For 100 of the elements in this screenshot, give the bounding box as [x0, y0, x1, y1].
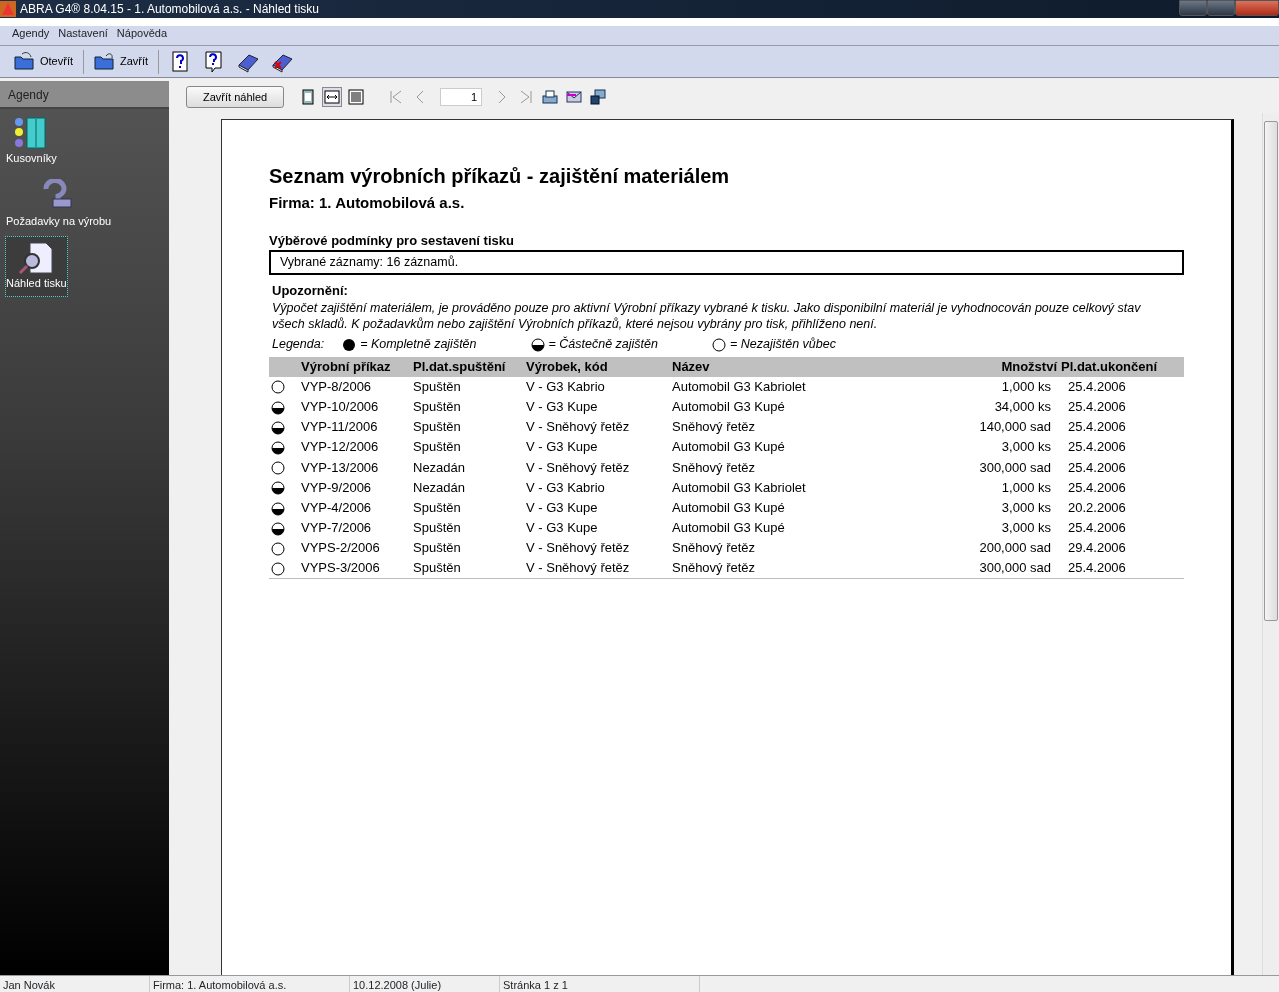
table-cell-text: VYPS-2/2006 [300, 539, 381, 558]
table-cell-text: V - Sněhový řetěz [525, 418, 631, 437]
column-header: Pl.dat.ukončení [1059, 357, 1184, 377]
printer-button[interactable] [540, 87, 561, 107]
close-button[interactable]: Zavřít [92, 48, 151, 75]
table-cell-text: VYP-7/2006 [300, 519, 373, 538]
table-cell-text: 20.2.2006 [1067, 498, 1127, 517]
table-cell-text: V - Sněhový řetěz [525, 539, 631, 558]
menu-item[interactable]: Agendy [12, 24, 50, 41]
table-cell: 1,000 ks [901, 376, 1059, 397]
table-cell-text: V - G3 Kupe [525, 398, 599, 417]
sidebar-item[interactable]: Požadavky na výrobu [5, 173, 113, 234]
column-header: Množství [901, 357, 1059, 377]
table-cell-text: 300,000 sad [978, 458, 1052, 477]
table-cell-text: Nezadán [412, 478, 467, 497]
column-header: Výrobek, kód [524, 357, 670, 377]
conditions-text: Vybrané záznamy: 16 záznamů. [269, 250, 1184, 275]
page-number-field[interactable]: 1 [440, 88, 483, 106]
status-icon [271, 521, 285, 536]
table-cell-text: 25.4.2006 [1067, 418, 1127, 437]
minimize-button[interactable] [1179, 0, 1207, 16]
section-heading: Výběrové podmínky pro sestavení tisku [269, 231, 515, 250]
status-icon [271, 400, 285, 415]
sidebar-item[interactable]: Kusovníky [5, 111, 58, 172]
table-cell-text: 140,000 sad [978, 418, 1052, 437]
table-cell: VYP-8/2006 [299, 376, 411, 397]
status-text: Jan Novák [0, 976, 150, 992]
scrollbar[interactable] [1262, 113, 1279, 975]
lines-icon [348, 89, 365, 105]
section-heading: Upozornění: [272, 281, 349, 300]
view-button[interactable] [322, 87, 343, 107]
table-cell-text: VYP-4/2006 [300, 498, 373, 517]
table-cell: 25.4.2006 [1059, 558, 1184, 579]
table-cell: V - Sněhový řetěz [524, 558, 670, 579]
table-cell-text: Spuštěn [412, 438, 462, 457]
legend-text: = Kompletně zajištěn [360, 336, 477, 354]
column-header: Pl.dat.spuštění [411, 357, 524, 377]
status-icon [271, 440, 285, 455]
folder-icon [14, 50, 36, 73]
company-name: Firma: 1. Automobilová a.s. [269, 193, 466, 213]
status-icon [271, 561, 285, 576]
table-cell-text: Automobil G3 Kabriolet [671, 478, 807, 497]
table-cell: Spuštěn [411, 376, 524, 397]
table-cell-text: Sněhový řetěz [671, 458, 757, 477]
table-cell-text: 25.4.2006 [1067, 519, 1127, 538]
table-cell-text: 34,000 ks [993, 398, 1052, 417]
table-cell-text: 3,000 ks [1000, 438, 1052, 457]
table-cell-text: Spuštěn [412, 539, 462, 558]
window-title: ABRA G4® 8.04.15 - 1. Automobilová a.s. - Náhled tisku [20, 1, 319, 18]
menu-item[interactable]: Nápověda [116, 24, 167, 41]
status-text: Stránka 1 z 1 [500, 976, 700, 992]
fit-width-icon [324, 89, 341, 105]
legend-text: = Nezajištěn vůbec [729, 336, 836, 354]
table-cell: Spuštěn [411, 558, 524, 579]
table-cell-text: V - G3 Kabrio [525, 478, 606, 497]
table-cell: VYPS-3/2006 [299, 558, 411, 579]
table-cell-text: 200,000 sad [978, 539, 1052, 558]
table-cell-text: Automobil G3 Kupé [671, 398, 786, 417]
table-cell-text: Sněhový řetěz [671, 418, 757, 437]
table-cell-text: Spuštěn [412, 519, 462, 538]
table-cell-text: V - G3 Kupe [525, 438, 599, 457]
status-icon [271, 501, 285, 516]
status-icon [342, 337, 357, 352]
table-cell-text: VYP-11/2006 [300, 418, 379, 437]
close-preview-button[interactable]: Zavřít náhled [186, 85, 285, 109]
folder-icon [94, 50, 116, 73]
table-cell-text: Spuštěn [412, 398, 462, 417]
table-cell-text: VYP-9/2006 [300, 478, 373, 497]
table-cell-text: VYP-13/2006 [300, 458, 380, 477]
menu-item[interactable]: Nastavení [58, 24, 108, 41]
table-cell-text: Sněhový řetěz [671, 539, 757, 558]
table-cell: 25.4.2006 [1059, 376, 1184, 397]
table-cell-text: Nezadán [412, 458, 467, 477]
open-button[interactable]: Otevřít [12, 48, 75, 75]
table-cell-text: 25.4.2006 [1067, 438, 1127, 457]
maximize-button[interactable] [1207, 0, 1235, 16]
table-cell-text: Automobil G3 Kupé [671, 438, 786, 457]
status-text: 10.12.2008 (Julie) [350, 976, 500, 992]
table-cell: Automobil G3 Kabriolet [670, 376, 901, 397]
table-cell: Sněhový řetěz [670, 558, 901, 579]
column-header: Název [670, 357, 901, 377]
sidebar-item[interactable]: Náhled tisku [5, 236, 68, 297]
table-cell-text: 25.4.2006 [1067, 398, 1127, 417]
table-cell-text: V - G3 Kupe [525, 519, 599, 538]
table-cell-text: 29.4.2006 [1067, 539, 1127, 558]
status-icon [271, 420, 285, 435]
table-cell-text: VYP-12/2006 [300, 438, 380, 457]
magnifier-icon [18, 241, 55, 275]
table-cell-text: 25.4.2006 [1067, 458, 1127, 477]
table-cell: 300,000 sad [901, 558, 1059, 579]
legend-text: = Částečně zajištěn [548, 335, 658, 354]
column-header: Výrobní příkaz [299, 357, 411, 377]
table-cell-text: VYP-10/2006 [300, 398, 380, 417]
sidebar-header: Agendy [0, 81, 169, 109]
view-button[interactable] [346, 87, 367, 107]
table-cell-text: 3,000 ks [1000, 498, 1052, 517]
printer-icon [542, 89, 559, 105]
notice-text: Výpočet zajištění materiálem, je prováděno pouze pro aktivní Výrobní příkazy vybrané k tisku. Jako disponibilní materiál je vyhodnocován pouze celkový stav všech skladů. K požadavkům nebo zajištění Výrobních příkazů, které nejsou vybrány pro tisk, přihlíženo není. [272, 300, 1142, 333]
table-cell-text: Automobil G3 Kupé [671, 519, 786, 538]
status-icon [271, 380, 285, 395]
